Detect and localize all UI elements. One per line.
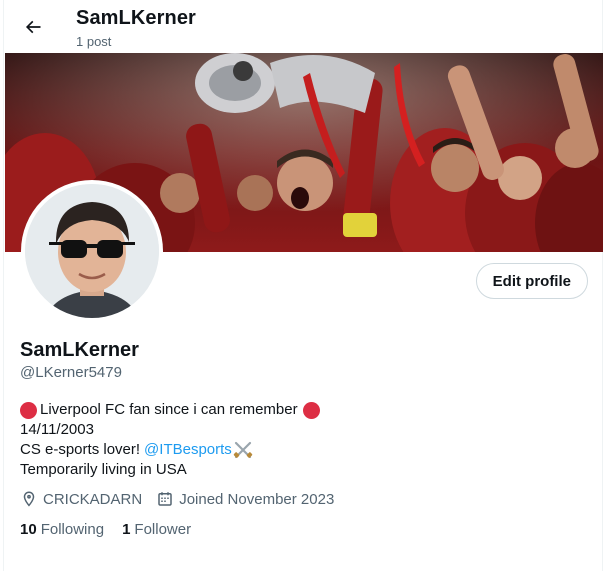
bio-line-4-text: Temporarily living in USA xyxy=(20,461,187,478)
red-circle-emoji-icon xyxy=(302,401,320,419)
location-text: CRICKADARN xyxy=(43,490,143,508)
joined-item: Joined November 2023 xyxy=(156,490,334,508)
red-circle-emoji-icon xyxy=(20,401,37,419)
header-title: SamLKerner xyxy=(76,7,196,29)
bio-line-2-text: 14/11/2003 xyxy=(20,421,94,438)
followers-link[interactable]: 1 Follower xyxy=(122,521,191,538)
top-bar: SamLKerner 1 post xyxy=(4,0,602,53)
following-count: 10 xyxy=(20,521,37,538)
bio-line-3-text: CS e-sports lover! xyxy=(20,441,141,458)
mention-link[interactable]: @ITBesports xyxy=(144,440,232,460)
bio-line-4: Temporarily living in USA xyxy=(20,460,320,480)
crossed-swords-emoji-icon xyxy=(233,441,253,459)
post-count: 1 post xyxy=(76,34,112,49)
bio-line-1-text: Liverpool FC fan since i can remember xyxy=(40,401,298,418)
location-item: CRICKADARN xyxy=(20,490,142,508)
bio-line-2: 14/11/2003 xyxy=(20,420,320,440)
following-label: Following xyxy=(40,521,105,538)
user-handle: @LKerner5479 xyxy=(20,364,122,381)
followers-count: 1 xyxy=(122,521,131,538)
arrow-left-icon xyxy=(25,20,41,34)
display-name: SamLKerner xyxy=(20,339,139,361)
bio-line-3: CS e-sports lover! @ITBesports xyxy=(20,440,320,460)
profile-page: SamLKerner 1 post Edit profile SamLKerne… xyxy=(3,0,603,571)
avatar-photo xyxy=(25,184,159,318)
profile-meta: CRICKADARN Joined November 2023 xyxy=(20,490,348,508)
calendar-icon xyxy=(158,492,172,506)
bio-line-1: Liverpool FC fan since i can remember xyxy=(20,400,320,420)
profile-bio: Liverpool FC fan since i can remember 14… xyxy=(20,400,320,480)
joined-text: Joined November 2023 xyxy=(179,490,335,508)
location-pin-icon xyxy=(23,491,35,507)
back-button[interactable] xyxy=(16,10,50,44)
following-link[interactable]: 10 Following xyxy=(20,521,104,538)
profile-avatar[interactable] xyxy=(21,180,163,322)
edit-profile-button[interactable]: Edit profile xyxy=(475,263,588,299)
follow-stats: 10 Following 1 Follower xyxy=(20,521,209,538)
followers-label: Follower xyxy=(134,521,192,538)
